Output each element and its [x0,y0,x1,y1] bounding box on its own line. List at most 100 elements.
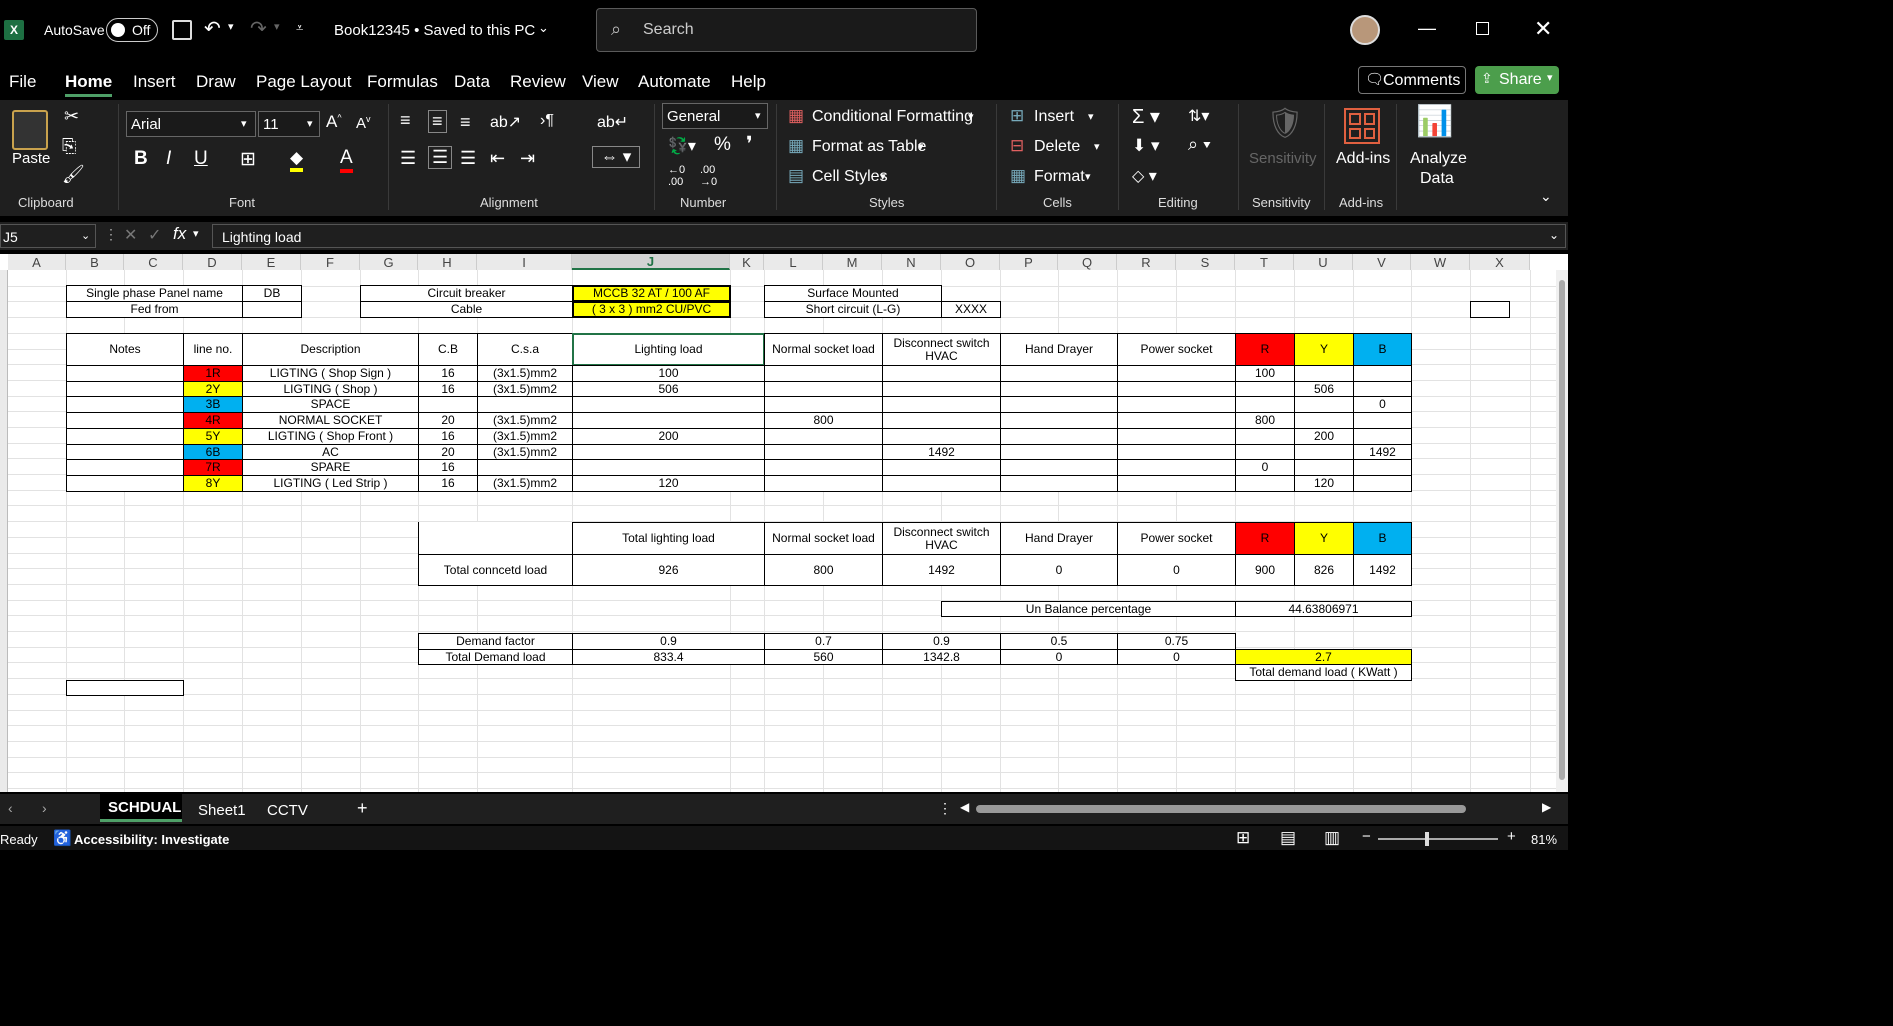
page-break-view-icon[interactable]: ▥ [1324,828,1340,848]
fill-color-icon[interactable]: ◆ [290,148,304,172]
row-notes[interactable] [66,444,184,460]
row-lighting-load[interactable]: 506 [572,381,765,397]
undo-icon[interactable]: ↶ [204,16,221,41]
column-header[interactable]: D [183,254,242,270]
menu-help[interactable]: Help [731,72,766,92]
demand-factor-1[interactable]: 0.7 [764,633,883,650]
menu-draw[interactable]: Draw [196,72,236,92]
tab-scroll-right-icon[interactable]: › [42,800,47,816]
row-line-no[interactable]: 6B [183,444,243,460]
tab-scroll-left-icon[interactable]: ‹ [8,800,13,816]
formula-input[interactable]: Lighting load ⌄ [212,224,1566,248]
row-hand-dryer[interactable] [1000,475,1118,492]
zoom-slider-thumb[interactable] [1425,832,1429,846]
wrap-text-icon[interactable]: ab↵ [597,112,628,132]
enter-formula-icon[interactable]: ✓ [148,225,161,245]
column-header[interactable]: W [1411,254,1470,270]
format-as-table-chevron-icon[interactable]: ▾ [918,140,924,153]
bold-icon[interactable]: B [134,148,148,170]
total-connected-label[interactable]: Total conncetd load [418,554,573,586]
hscroll-thumb[interactable] [976,805,1466,813]
row-hvac-load[interactable] [882,459,1001,476]
restore-icon[interactable] [1476,22,1489,35]
row-description[interactable]: SPACE [242,396,419,413]
empty-cell[interactable] [1470,301,1510,318]
row-phase-b[interactable] [1353,365,1412,382]
conditional-formatting-button[interactable]: Conditional Formatting [812,108,973,126]
menu-review[interactable]: Review [510,72,566,92]
row-socket-load[interactable] [764,396,883,413]
row-socket-load[interactable] [764,459,883,476]
cell-styles-chevron-icon[interactable]: ▾ [880,170,886,183]
format-painter-icon[interactable]: 🖌 [62,164,85,185]
row-line-no[interactable]: 3B [183,396,243,413]
analyze-data-button[interactable]: Analyze [1410,150,1467,168]
insert-function-icon[interactable]: fx [173,224,186,244]
row-phase-y[interactable]: 506 [1294,381,1354,397]
row-cb[interactable] [418,396,478,413]
row-hand-dryer[interactable] [1000,412,1118,429]
row-phase-y[interactable]: 120 [1294,475,1354,492]
worksheet-grid[interactable]: A B C D E F G H I J K L M N O P Q R S T U V W X Single phase Pan… [0,254,1568,792]
row-power-socket[interactable] [1117,475,1236,492]
menu-formulas[interactable]: Formulas [367,72,438,92]
menu-view[interactable]: View [582,72,619,92]
row-cb[interactable]: 20 [418,444,478,460]
row-cb[interactable]: 16 [418,459,478,476]
row-description[interactable]: SPARE [242,459,419,476]
total-demand-4[interactable]: 0 [1117,649,1236,665]
panel-name-value[interactable]: DB [242,285,302,302]
total-value-1[interactable]: 800 [764,554,883,586]
text-direction-icon[interactable]: ›¶ [540,112,554,130]
total-header-4[interactable]: Power socket [1117,522,1236,555]
column-header[interactable]: Q [1058,254,1117,270]
table-header-6[interactable]: Normal socket load [764,333,883,366]
short-circuit-label[interactable]: Short circuit (L-G) [764,301,942,318]
row-notes[interactable] [66,428,184,445]
conditional-formatting-chevron-icon[interactable]: ▾ [968,110,974,123]
total-value-3[interactable]: 0 [1000,554,1118,586]
table-header-12[interactable]: B [1353,333,1412,366]
close-icon[interactable]: ✕ [1534,16,1552,42]
redo-icon[interactable]: ↷ [250,16,267,41]
table-header-9[interactable]: Power socket [1117,333,1236,366]
menu-insert[interactable]: Insert [133,72,176,92]
row-power-socket[interactable] [1117,444,1236,460]
formula-options-icon[interactable]: ⋮ [104,226,118,243]
total-value-4[interactable]: 0 [1117,554,1236,586]
total-value-6[interactable]: 826 [1294,554,1354,586]
row-notes[interactable] [66,459,184,476]
vscroll-thumb[interactable] [1559,280,1565,780]
row-hvac-load[interactable] [882,475,1001,492]
table-header-4[interactable]: C.s.a [477,333,573,366]
row-notes[interactable] [66,381,184,397]
ribbon-collapse-icon[interactable]: ⌄ [1540,188,1552,205]
column-header[interactable]: O [941,254,1000,270]
column-header[interactable]: F [301,254,360,270]
total-kw-value[interactable]: 2.7 [1235,649,1412,665]
align-bottom-icon[interactable]: ≡ [460,112,471,133]
row-power-socket[interactable] [1117,381,1236,397]
minimize-icon[interactable]: — [1418,18,1436,39]
align-right-icon[interactable]: ☰ [460,148,476,169]
column-header[interactable]: R [1117,254,1176,270]
table-header-3[interactable]: C.B [418,333,478,366]
row-phase-y[interactable] [1294,444,1354,460]
row-notes[interactable] [66,396,184,413]
total-value-7[interactable]: 1492 [1353,554,1412,586]
column-header[interactable]: T [1235,254,1294,270]
row-description[interactable]: LIGTING ( Shop Front ) [242,428,419,445]
total-demand-0[interactable]: 833.4 [572,649,765,665]
row-power-socket[interactable] [1117,428,1236,445]
row-phase-b[interactable] [1353,381,1412,397]
tab-sheet1[interactable]: Sheet1 [198,802,246,819]
demand-factor-3[interactable]: 0.5 [1000,633,1118,650]
panel-name-label[interactable]: Single phase Panel name [66,285,243,302]
row-phase-r[interactable]: 100 [1235,365,1295,382]
total-header-6[interactable]: Y [1294,522,1354,555]
row-hand-dryer[interactable] [1000,428,1118,445]
row-line-no[interactable]: 2Y [183,381,243,397]
column-header[interactable]: J [572,254,730,270]
row-description[interactable]: NORMAL SOCKET [242,412,419,429]
row-power-socket[interactable] [1117,365,1236,382]
